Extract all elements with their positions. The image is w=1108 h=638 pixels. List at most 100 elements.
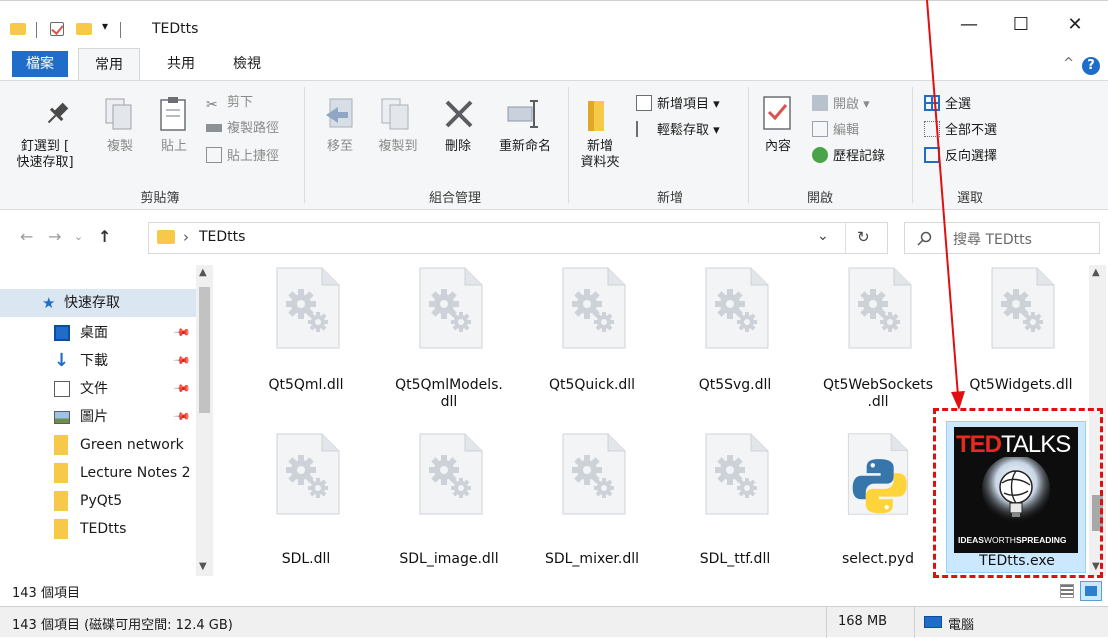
rename-button[interactable]: 重新命名 (490, 139, 560, 155)
dll-file-icon (276, 267, 340, 349)
collapse-ribbon-icon[interactable]: ^ (1063, 56, 1074, 71)
path-separator: › (183, 228, 189, 246)
select-all-button[interactable]: 全選 (924, 95, 971, 113)
sidebar-item-label: 快速存取 (64, 295, 120, 311)
copy-button[interactable]: 複製 (98, 139, 142, 155)
scroll-down-icon[interactable]: ▼ (199, 561, 207, 572)
sidebar-item-label: TEDtts (80, 521, 127, 537)
easy-access-button[interactable]: 輕鬆存取 ▾ (636, 121, 720, 139)
invert-selection-button[interactable]: 反向選擇 (924, 147, 997, 165)
python-file-icon (847, 433, 909, 515)
paste-shortcut-button[interactable]: 貼上捷徑 (206, 147, 279, 165)
address-bar[interactable]: › TEDtts ⌄ ↻ (148, 222, 888, 254)
ribbon: 釘選到 [ 快速存取] 複製 貼上 ✂ 剪下 複製路徑 貼上捷徑 剪貼簿 移至 複… (0, 80, 1108, 210)
file-item[interactable]: Qt5Svg.dll (665, 265, 805, 415)
desktop-icon (54, 325, 70, 341)
selection-size: 168 MB (838, 614, 888, 629)
minimize-button[interactable]: — (946, 2, 992, 48)
up-arrow-icon[interactable]: ↑ (98, 227, 111, 246)
file-name: Qt5QmlModels. dll (395, 377, 503, 410)
tab-view[interactable]: 檢視 (222, 48, 272, 80)
sidebar-item-folder[interactable]: Green network (0, 431, 198, 459)
new-item-icon (636, 95, 652, 111)
cut-button[interactable]: ✂ 剪下 (206, 95, 253, 113)
location-label: 電腦 (948, 618, 975, 633)
refresh-icon[interactable]: ↻ (857, 228, 870, 246)
properties-button[interactable]: 內容 (756, 139, 800, 155)
move-to-button[interactable]: 移至 (318, 139, 362, 155)
nav-scrollbar-thumb[interactable] (199, 287, 210, 413)
dll-file-icon (705, 433, 769, 515)
title-bar: ▾ TEDtts — ☐ ✕ (0, 0, 1108, 48)
new-item-button[interactable]: 新增項目 ▾ (636, 95, 720, 113)
back-arrow-icon[interactable]: ← (20, 227, 33, 246)
pin-icon: 📌 (172, 407, 192, 427)
sidebar-item-folder[interactable]: PyQt5 (0, 487, 198, 515)
open-button[interactable]: 開啟 ▾ (812, 95, 870, 113)
history-button[interactable]: 歷程記錄 (812, 147, 885, 165)
dll-file-icon (276, 433, 340, 515)
tab-file[interactable]: 檔案 (12, 51, 68, 77)
maximize-button[interactable]: ☐ (998, 2, 1044, 48)
edit-button[interactable]: 編輯 (812, 121, 859, 139)
computer-icon (924, 616, 942, 628)
window-title: TEDtts (152, 21, 199, 37)
easy-access-label: 輕鬆存取 ▾ (657, 123, 720, 138)
file-item[interactable]: Qt5Qml.dll (236, 265, 376, 415)
new-folder-quick-icon[interactable] (76, 23, 92, 35)
file-item[interactable]: Qt5QmlModels. dll (379, 265, 519, 415)
help-icon[interactable]: ? (1082, 57, 1100, 75)
pin-icon: 📌 (172, 379, 192, 399)
file-item[interactable]: SDL_image.dll (379, 427, 519, 576)
easy-access-icon (636, 121, 652, 137)
group-divider (912, 87, 913, 203)
tab-share[interactable]: 共用 (156, 48, 206, 80)
search-box[interactable]: 搜尋 TEDtts (904, 222, 1100, 254)
recent-locations-icon[interactable]: ⌄ (74, 230, 83, 243)
sidebar-item-folder[interactable]: Lecture Notes 2 (0, 459, 198, 487)
quick-access-dropdown-icon[interactable]: ▾ (102, 19, 108, 33)
large-icons-view-button[interactable] (1080, 581, 1102, 601)
folder-icon (54, 435, 68, 455)
sidebar-item-documents[interactable]: 文件 📌 (0, 375, 198, 403)
file-item[interactable]: SDL.dll (236, 427, 376, 576)
scroll-up-icon[interactable]: ▲ (199, 267, 207, 278)
select-none-icon (924, 121, 940, 137)
delete-button[interactable]: 刪除 (436, 139, 480, 155)
copy-path-button[interactable]: 複製路徑 (206, 121, 279, 137)
file-item[interactable]: SDL_mixer.dll (522, 427, 662, 576)
dll-file-icon (991, 267, 1055, 349)
details-view-icon[interactable] (1060, 584, 1074, 598)
new-folder-button[interactable]: 新增 資料夾 (570, 139, 630, 171)
file-item[interactable]: Qt5Quick.dll (522, 265, 662, 415)
sidebar-item-pictures[interactable]: 圖片 📌 (0, 403, 198, 431)
sidebar-item-desktop[interactable]: 桌面 📌 (0, 319, 198, 347)
sidebar-item-quick-access[interactable]: ★ 快速存取 (0, 289, 198, 317)
sidebar-item-downloads[interactable]: ↓ 下載 📌 (0, 347, 198, 375)
sidebar-item-folder[interactable]: TEDtts (0, 515, 198, 543)
file-item[interactable]: select.pyd (808, 427, 948, 576)
forward-arrow-icon[interactable]: → (48, 227, 61, 246)
properties-quick-icon[interactable] (50, 22, 64, 36)
sidebar-item-label: 文件 (80, 381, 108, 397)
address-dropdown-icon[interactable]: ⌄ (817, 228, 829, 244)
copy-to-button[interactable]: 複製到 (368, 139, 428, 155)
paste-button[interactable]: 貼上 (152, 139, 196, 155)
tab-home[interactable]: 常用 (78, 48, 140, 80)
address-path[interactable]: TEDtts (199, 229, 245, 245)
pin-to-quick-access-button[interactable]: 釘選到 [ 快速存取] (4, 139, 86, 171)
delete-icon (445, 100, 473, 128)
file-item[interactable]: Qt5WebSockets .dll (808, 265, 948, 415)
invert-selection-label: 反向選擇 (945, 149, 998, 164)
file-item[interactable]: SDL_ttf.dll (665, 427, 805, 576)
folder-icon (10, 23, 26, 35)
close-button[interactable]: ✕ (1052, 2, 1098, 48)
file-item[interactable]: Qt5Widgets.dll (951, 265, 1091, 415)
file-name: SDL_mixer.dll (544, 551, 640, 567)
group-label-open: 開啟 (806, 191, 833, 206)
scroll-up-icon[interactable]: ▲ (1092, 267, 1100, 278)
search-placeholder: 搜尋 TEDtts (953, 232, 1032, 248)
paste-icon (160, 97, 186, 131)
select-none-button[interactable]: 全部不選 (924, 121, 997, 139)
group-label-new: 新增 (656, 191, 683, 206)
